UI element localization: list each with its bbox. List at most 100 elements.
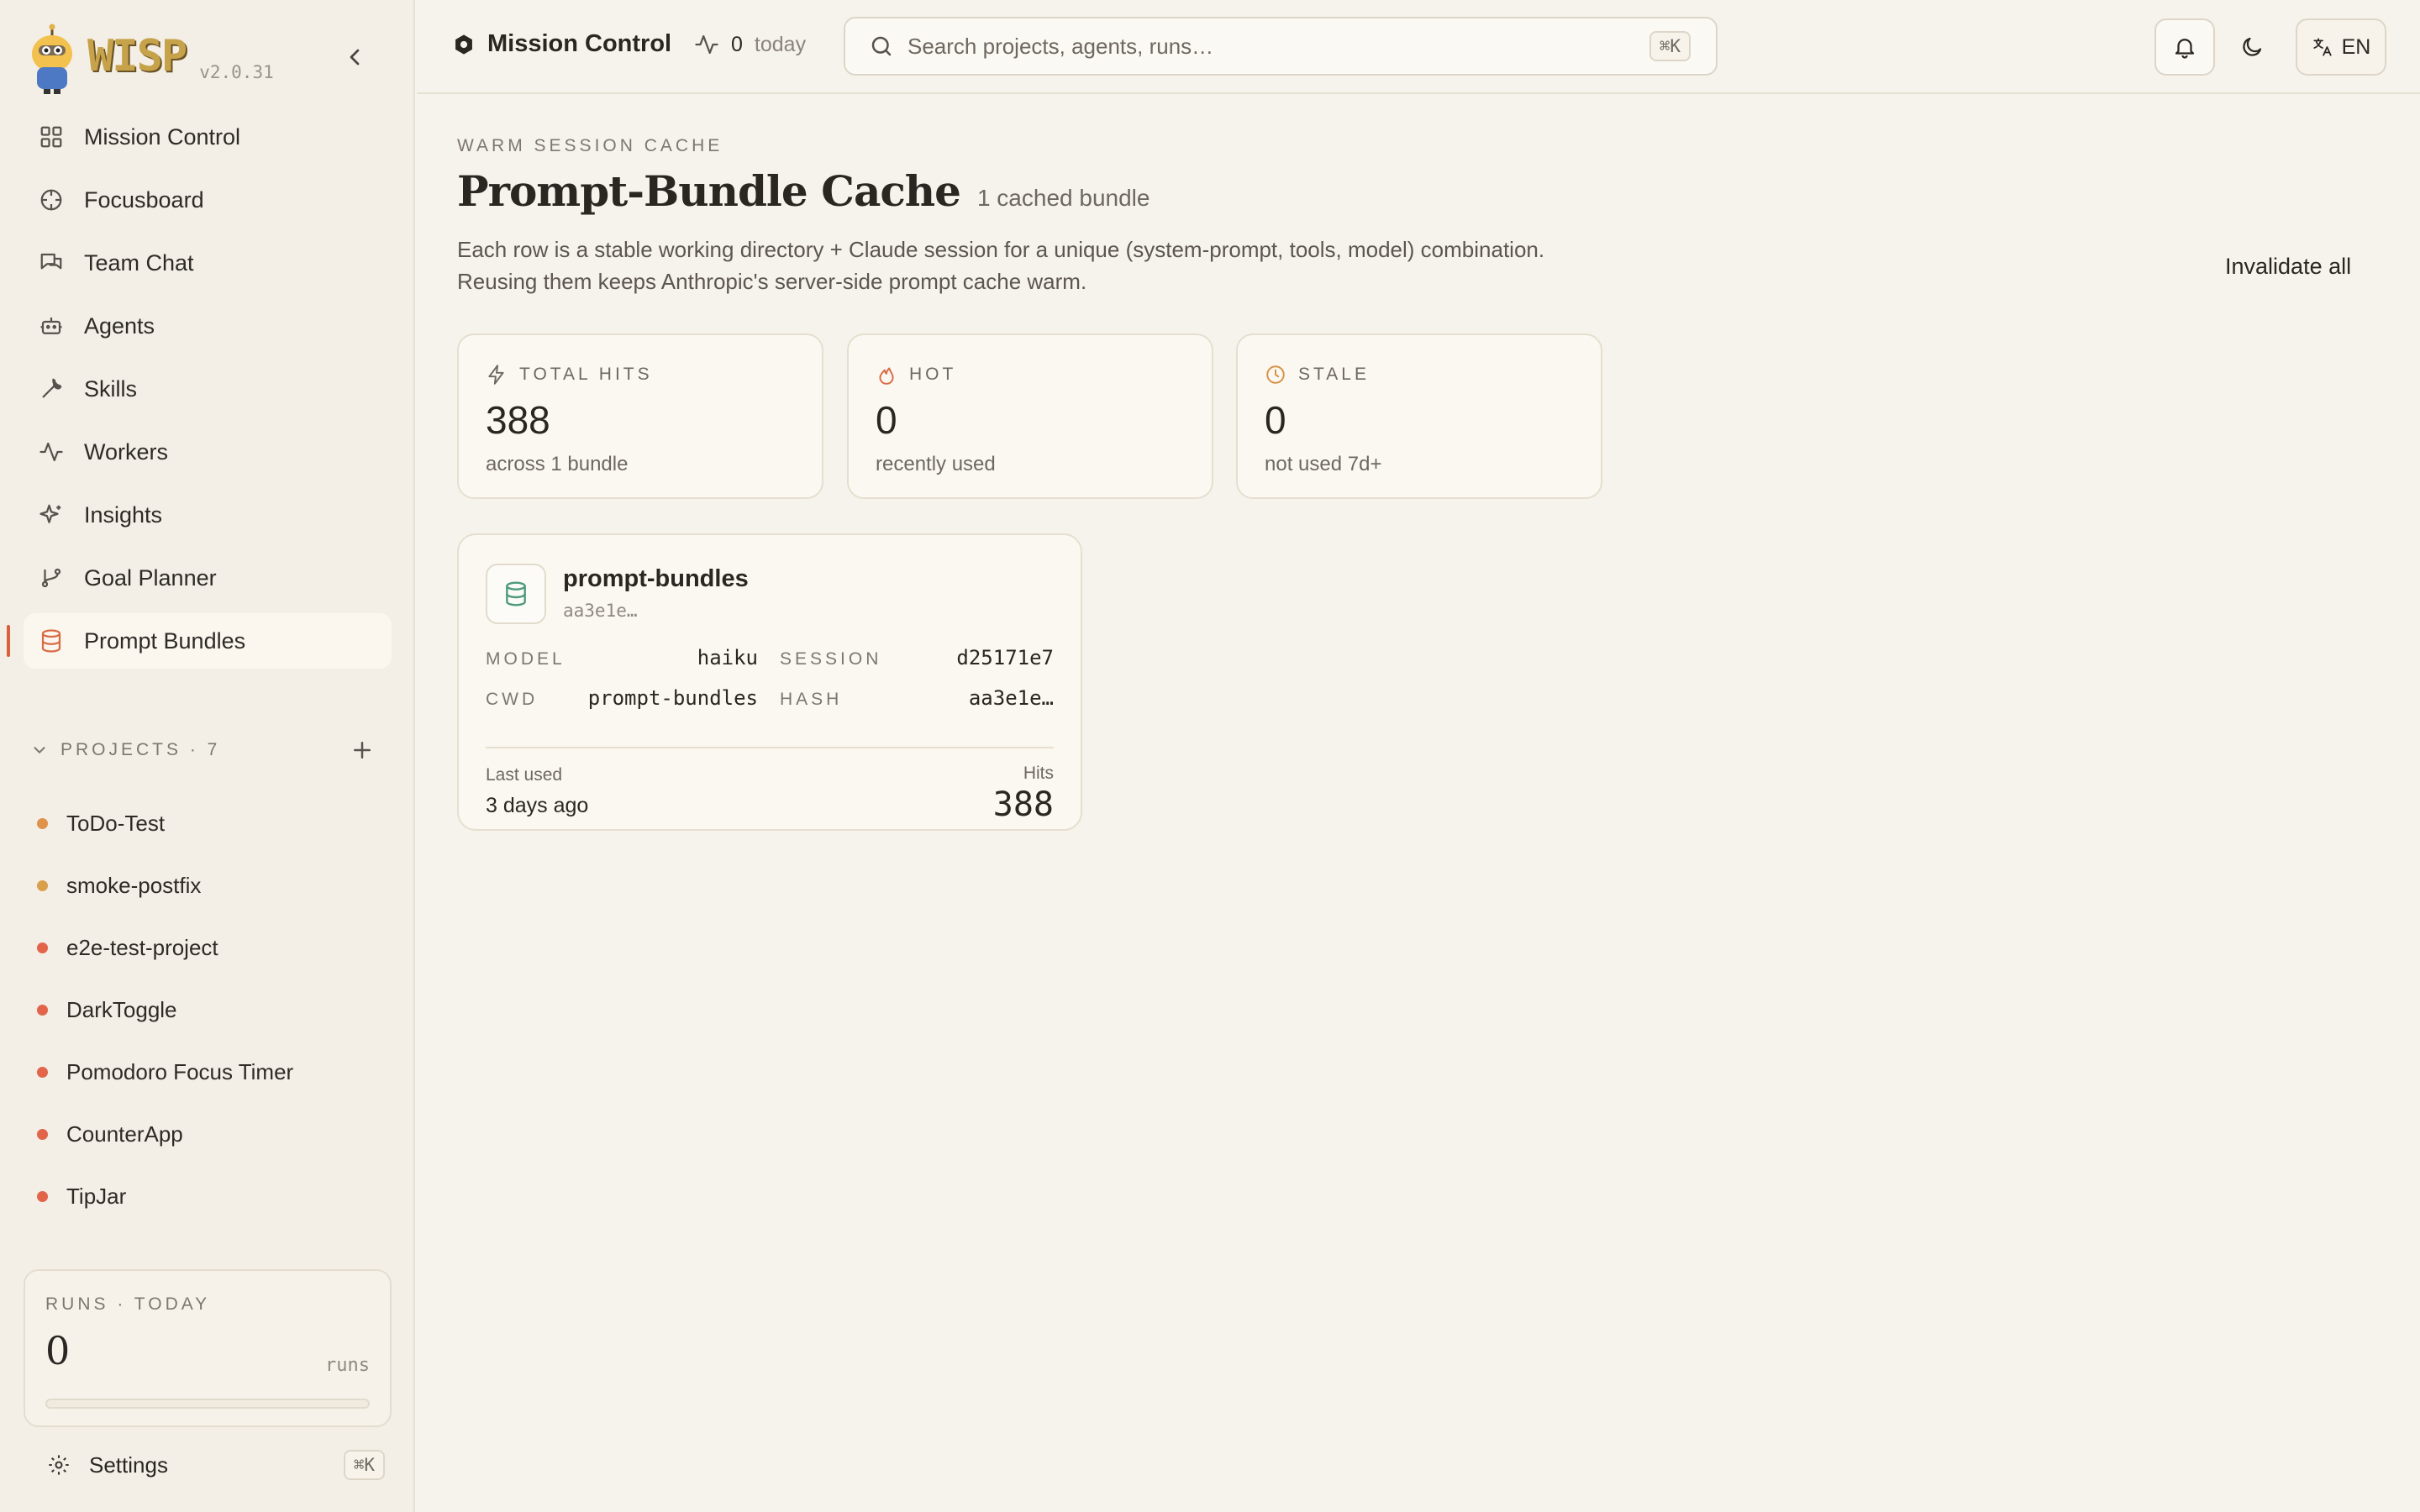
project-list: ToDo-Test smoke-postfix e2e-test-project… [37, 792, 390, 1227]
title-row: Prompt-Bundle Cache 1 cached bundle [457, 166, 1150, 216]
theme-toggle-button[interactable] [2227, 18, 2277, 76]
nav-item-mission-control[interactable]: Mission Control [24, 109, 392, 165]
search-shortcut: ⌘K [1649, 31, 1691, 61]
search-input[interactable] [908, 33, 1580, 60]
stat-card-stale: STALE 0 not used 7d+ [1236, 333, 1602, 499]
stat-label-text: TOTAL HITS [519, 365, 653, 384]
nav-item-insights[interactable]: Insights [24, 487, 392, 543]
gear-icon [49, 1455, 69, 1475]
stat-card-hot: HOT 0 recently used [847, 333, 1213, 499]
activity-period: today [754, 32, 807, 56]
notifications-button[interactable] [2154, 18, 2215, 76]
project-name: TipJar [66, 1183, 127, 1209]
nav-label: Focusboard [84, 186, 204, 213]
nav-item-team-chat[interactable]: Team Chat [24, 235, 392, 291]
brand-wordmark: WISP [87, 31, 187, 81]
project-status-dot [37, 1190, 48, 1202]
stat-label-text: HOT [909, 365, 957, 384]
stat-subtext: recently used [876, 453, 996, 475]
nav-item-agents[interactable]: Agents [24, 298, 392, 354]
project-item[interactable]: e2e-test-project [37, 916, 390, 979]
bolt-icon [488, 365, 504, 385]
version-label: v2.0.31 [199, 62, 274, 82]
model-label: MODEL [486, 649, 566, 669]
stat-label: TOTAL HITS [486, 364, 653, 386]
sidebar: WISP v2.0.31 Mission Control Focusboard … [0, 0, 415, 1512]
breadcrumb-title: Mission Control [487, 30, 672, 57]
projects-header[interactable]: PROJECTS · 7 [30, 735, 375, 765]
stat-value: 388 [486, 398, 550, 442]
project-status-dot [37, 817, 48, 829]
flame-icon [879, 367, 894, 385]
search-bar[interactable]: ⌘K [844, 17, 1718, 76]
grid-icon [40, 126, 62, 148]
translate-icon [2313, 38, 2332, 56]
stat-subtext: across 1 bundle [486, 453, 629, 475]
chevron-down-icon [34, 747, 45, 754]
description-line: Reusing them keeps Anthropic's server-si… [457, 269, 1087, 294]
project-name: ToDo-Test [66, 810, 166, 836]
nav-item-workers[interactable]: Workers [24, 424, 392, 480]
database-icon [506, 581, 526, 606]
page-description: Each row is a stable working directory +… [457, 234, 1634, 297]
hash-value: aa3e1e… [968, 686, 1054, 710]
project-item[interactable]: ToDo-Test [37, 792, 390, 854]
invalidate-all-button[interactable]: Invalidate all [2225, 254, 2351, 280]
runs-unit: runs [325, 1355, 370, 1376]
stat-value: 0 [1265, 398, 1286, 442]
nav-label: Insights [84, 501, 163, 528]
nav-label: Skills [84, 375, 138, 402]
stat-label: HOT [876, 364, 956, 386]
project-item[interactable]: Pomodoro Focus Timer [37, 1041, 390, 1103]
collapse-sidebar-button[interactable] [341, 44, 368, 71]
stat-card-total-hits: TOTAL HITS 388 across 1 bundle [457, 333, 823, 499]
add-project-icon[interactable] [350, 738, 375, 763]
language-button[interactable]: EN [2296, 18, 2386, 76]
project-name: Pomodoro Focus Timer [66, 1058, 294, 1084]
last-used-label: Last used [486, 765, 563, 785]
chevron-left-icon [350, 49, 360, 66]
runs-count: 0 [45, 1328, 71, 1373]
project-name: e2e-test-project [66, 934, 218, 960]
wrench-icon [42, 378, 62, 398]
project-name: smoke-postfix [66, 872, 202, 898]
projects-label: PROJECTS · 7 [60, 740, 221, 759]
nav-item-skills[interactable]: Skills [24, 361, 392, 417]
model-value: haiku [697, 646, 758, 669]
project-item[interactable]: TipJar [37, 1165, 390, 1227]
stat-value: 0 [876, 398, 897, 442]
settings-shortcut: ⌘K [343, 1450, 385, 1480]
nav-item-focusboard[interactable]: Focusboard [24, 172, 392, 228]
sparkles-icon [39, 504, 61, 523]
project-name: DarkToggle [66, 996, 177, 1022]
stat-subtext: not used 7d+ [1265, 453, 1382, 475]
brand[interactable]: WISP v2.0.31 [27, 24, 274, 96]
bundle-count: 1 cached bundle [976, 185, 1150, 211]
hash-label: HASH [780, 690, 843, 709]
project-item[interactable]: smoke-postfix [37, 854, 390, 916]
nav-label: Prompt Bundles [84, 627, 246, 654]
project-status-dot [37, 1066, 48, 1078]
bundle-card[interactable]: prompt-bundles aa3e1e… MODEL haiku SESSI… [457, 533, 1082, 831]
project-status-dot [37, 942, 48, 953]
nav-item-prompt-bundles[interactable]: Prompt Bundles [7, 613, 392, 669]
project-item[interactable]: DarkToggle [37, 979, 390, 1041]
project-item[interactable]: CounterApp [37, 1103, 390, 1165]
hits-label: Hits [1023, 764, 1054, 783]
project-name: CounterApp [66, 1121, 183, 1147]
nav-item-goal-planner[interactable]: Goal Planner [24, 550, 392, 606]
cwd-label: CWD [486, 690, 539, 709]
page-breadcrumb[interactable]: Mission Control [452, 30, 671, 58]
page-title: Prompt-Bundle Cache [457, 166, 961, 216]
hits-value: 388 [992, 785, 1054, 824]
bundle-icon [486, 564, 546, 624]
database-icon [41, 629, 61, 653]
activity-indicator[interactable]: 0 today [694, 32, 806, 57]
settings-link[interactable]: Settings ⌘K [47, 1446, 385, 1483]
main-nav: Mission Control Focusboard Team Chat Age… [7, 109, 392, 676]
topbar: Mission Control 0 today ⌘K EN [417, 0, 2420, 94]
description-line: Each row is a stable working directory +… [457, 237, 1545, 262]
page-eyebrow: WARM SESSION CACHE [457, 136, 723, 155]
nav-label: Mission Control [84, 123, 241, 150]
moon-icon [2243, 37, 2262, 56]
